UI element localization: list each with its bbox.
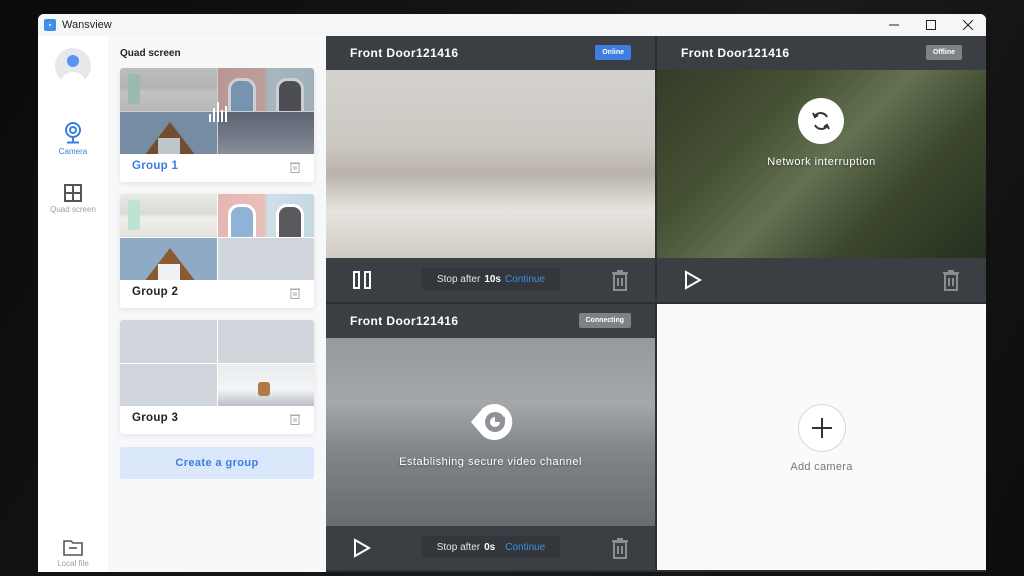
sidebar-item-local-file[interactable]: Local file [38,540,108,568]
minimize-icon [888,24,899,26]
camera-grid: Front Door121416 Online Stop after 10s C… [326,36,986,572]
play-icon[interactable] [683,270,703,290]
group-card[interactable]: Group 3 [120,320,314,434]
create-group-button[interactable]: Create a group [120,447,314,479]
plus-icon [812,418,832,438]
group-thumbnails [120,320,314,406]
stop-time: 10s [484,273,501,285]
thumbnail-kitchen [120,194,217,237]
sidebar-item-label: Camera [58,147,88,156]
maximize-button[interactable] [912,14,949,36]
add-camera-button[interactable] [798,404,846,452]
trash-icon[interactable] [942,269,960,291]
delete-group-icon[interactable] [290,287,300,299]
camera-tile: Front Door121416 Offline Network interru… [657,36,986,302]
group-name: Group 3 [132,412,179,424]
sidebar-item-quad-screen[interactable]: Quad screen [38,184,108,214]
thumbnail-doors [217,194,314,237]
avatar-body [61,72,85,84]
auto-stop-notice: Stop after 10s Continue [422,268,560,290]
group-thumbnails [120,194,314,280]
camera-name: Front Door121416 [350,46,459,60]
folder-icon [63,540,83,556]
group-name: Group 2 [132,286,179,298]
app-logo-icon [44,19,56,31]
group-card[interactable]: Group 1 [120,68,314,182]
trash-icon[interactable] [611,537,629,559]
tile-footer: Stop after 0s Continue [326,526,655,570]
camera-icon [65,122,81,144]
groups-title: Quad screen [120,48,181,59]
continue-link[interactable]: Continue [505,542,545,553]
stop-time: 0s [484,541,496,553]
status-badge: Offline [925,45,962,60]
audio-bars-icon [209,102,227,122]
camera-tile: Front Door121416 Online Stop after 10s C… [326,36,655,302]
title-bar: Wansview [38,14,986,36]
thumbnail-empty [217,237,314,280]
sidebar-nav: Camera Quad screen Local file [38,36,108,572]
auto-stop-notice: Stop after 0s Continue [422,536,560,558]
status-badge: Online [595,45,631,60]
play-icon[interactable] [352,538,372,558]
close-button[interactable] [949,14,986,36]
tile-header: Front Door121416 Offline [657,36,986,70]
camera-name: Front Door121416 [681,46,790,60]
retry-button[interactable] [798,98,844,144]
stop-prefix: Stop after [436,541,481,553]
video-feed[interactable] [326,70,655,258]
sidebar-item-label: Quad screen [50,205,96,214]
app-window: Wansview Camera Quad screen Local file Q… [38,14,986,572]
refresh-icon [812,112,830,130]
tile-header: Front Door121416 Online [326,36,655,70]
thumbnail-empty [120,320,217,363]
thumbnail-house [120,237,217,280]
groups-panel: Quad screen Group 1 Group 2 Group 3 Crea… [108,36,326,572]
video-feed[interactable]: Establishing secure video channel [326,338,655,526]
sidebar-item-label: Local file [57,559,89,568]
status-badge: Connecting [578,313,631,328]
tile-header: Front Door121416 Connecting [326,304,655,338]
close-icon [962,20,973,30]
stop-prefix: Stop after [436,273,481,285]
tile-footer [657,258,986,302]
camera-tile: Front Door121416 Connecting Establishing… [326,304,655,570]
avatar[interactable] [55,48,91,84]
continue-link[interactable]: Continue [505,274,545,285]
status-message: Establishing secure video channel [399,456,582,468]
camera-name: Front Door121416 [350,314,459,328]
pause-icon[interactable] [352,270,372,290]
grid-icon [64,184,82,202]
thumbnail-living-room [217,363,314,406]
add-camera-label: Add camera [790,461,853,473]
group-card[interactable]: Group 2 [120,194,314,308]
tile-footer: Stop after 10s Continue [326,258,655,302]
video-feed[interactable]: Network interruption [657,70,986,258]
status-message: Network interruption [767,156,876,168]
minimize-button[interactable] [875,14,912,36]
secure-channel-icon [471,404,513,440]
trash-icon[interactable] [611,269,629,291]
thumbnail-empty [120,363,217,406]
window-title: Wansview [62,19,112,31]
sidebar-item-camera[interactable]: Camera [38,122,108,156]
avatar-head [67,55,79,67]
thumbnail-empty [217,320,314,363]
maximize-icon [925,20,936,30]
delete-group-icon[interactable] [290,161,300,173]
group-name: Group 1 [132,160,179,172]
add-camera-tile[interactable]: Add camera [657,304,986,570]
delete-group-icon[interactable] [290,413,300,425]
